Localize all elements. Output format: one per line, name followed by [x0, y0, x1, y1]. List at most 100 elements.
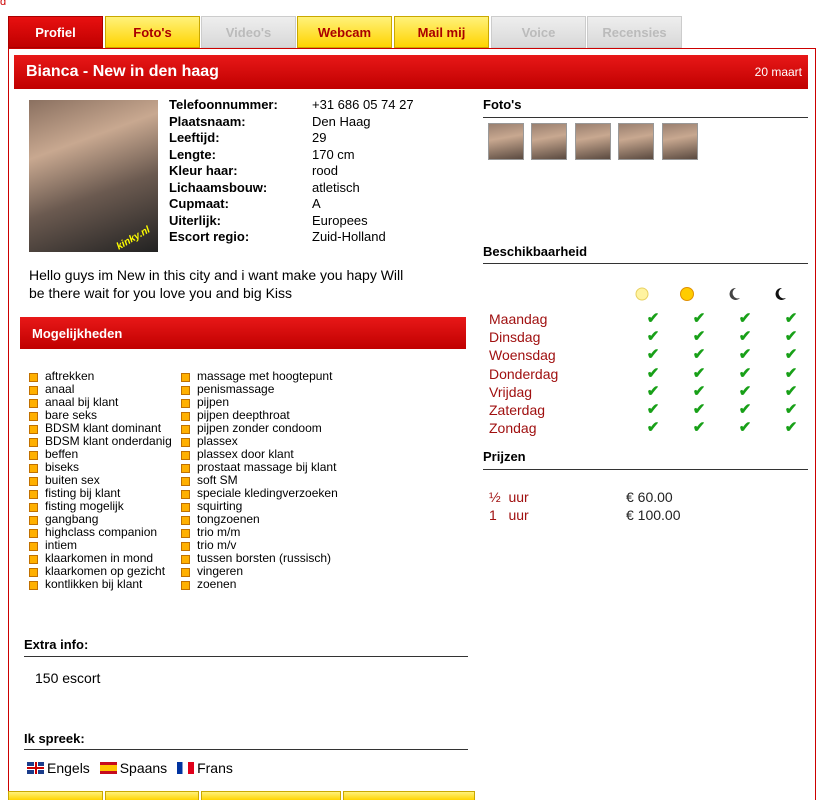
- bullet-icon: [181, 503, 190, 512]
- check-icon: ✔: [738, 419, 752, 437]
- bottom-tab[interactable]: [201, 791, 341, 800]
- service-label: vingeren: [197, 564, 244, 578]
- tab-webcam[interactable]: Webcam: [297, 16, 392, 48]
- bullet-icon: [29, 568, 38, 577]
- price-duration: ½ uur: [489, 489, 529, 505]
- service-label: trio m/m: [197, 525, 241, 539]
- service-item: kontlikken bij klant: [29, 578, 172, 591]
- tab-mail-mij[interactable]: Mail mij: [394, 16, 489, 48]
- bullet-icon: [181, 568, 190, 577]
- bullet-icon: [29, 399, 38, 408]
- service-label: klaarkomen op gezicht: [45, 564, 166, 578]
- photo-thumbnail[interactable]: [618, 123, 654, 160]
- language-label: Spaans: [119, 760, 168, 776]
- language-label: Engels: [47, 760, 90, 776]
- divider: [24, 656, 468, 657]
- bullet-icon: [181, 412, 190, 421]
- tab-profiel[interactable]: Profiel: [8, 16, 103, 48]
- service-label: bare seks: [45, 408, 98, 422]
- check-icon: ✔: [692, 346, 706, 364]
- check-icon: ✔: [784, 328, 798, 346]
- bottom-tab[interactable]: [105, 791, 199, 800]
- profile-row: Uiterlijk: Europees: [169, 213, 469, 230]
- photo-thumbnail[interactable]: [662, 123, 698, 160]
- profile-field-label: Cupmaat:: [169, 196, 229, 211]
- service-label: trio m/v: [197, 538, 237, 552]
- service-label: pijpen: [197, 395, 230, 409]
- bullet-icon: [181, 386, 190, 395]
- profile-field-value: +31 686 05 74 27: [312, 97, 414, 112]
- uk-flag-icon: [27, 762, 44, 774]
- bottom-tab[interactable]: [8, 791, 103, 800]
- profile-field-value: Den Haag: [312, 113, 371, 129]
- service-label: soft SM: [197, 473, 238, 487]
- availability-column-night: ✔ ✔ ✔ ✔ ✔ ✔ ✔: [781, 310, 801, 437]
- mogelijkheden-header: Mogelijkheden: [20, 317, 466, 349]
- photo-thumbnail[interactable]: [575, 123, 611, 160]
- check-icon: ✔: [692, 328, 706, 346]
- bullet-icon: [181, 373, 190, 382]
- profile-field-value: A: [312, 196, 321, 211]
- price-amount: € 100.00: [626, 507, 681, 523]
- profile-row: Telefoonnummer: +31 686 05 74 27: [169, 97, 469, 114]
- check-icon: ✔: [646, 364, 660, 382]
- service-label: zoenen: [197, 577, 237, 591]
- night-moon-icon: [775, 287, 786, 300]
- bullet-icon: [29, 464, 38, 473]
- profile-row: Cupmaat: A: [169, 196, 469, 213]
- bottom-tab[interactable]: [343, 791, 475, 800]
- profile-row: Escort regio: Zuid-Holland: [169, 229, 469, 246]
- check-icon: ✔: [646, 310, 660, 327]
- extra-info-value: 150 escort: [35, 670, 101, 686]
- profile-photo[interactable]: kinky.nl: [29, 100, 158, 252]
- weekday-label: Maandag: [489, 311, 548, 327]
- profile-row: Lengte: 170 cm: [169, 147, 469, 164]
- afternoon-sun-icon: [680, 287, 694, 301]
- bullet-icon: [181, 464, 190, 473]
- bullet-icon: [181, 399, 190, 408]
- language-french: Frans: [177, 760, 233, 776]
- service-label: pijpen zonder condoom: [197, 421, 322, 435]
- check-icon: ✔: [784, 346, 798, 364]
- divider: [483, 263, 808, 264]
- evening-moon-icon: [729, 287, 740, 300]
- service-label: penismassage: [197, 382, 275, 396]
- photo-thumbnail[interactable]: [488, 123, 524, 160]
- profile-header: Bianca - New in den haag 20 maart: [14, 55, 808, 89]
- bullet-icon: [29, 503, 38, 512]
- check-icon: ✔: [784, 419, 798, 437]
- bullet-icon: [29, 581, 38, 590]
- profile-field-label: Lengte:: [169, 146, 216, 162]
- profile-field-value: 170 cm: [312, 146, 355, 162]
- language-spanish: Spaans: [99, 760, 168, 776]
- check-icon: ✔: [784, 364, 798, 382]
- price-amount: € 60.00: [626, 489, 673, 505]
- france-flag-icon: [177, 762, 195, 774]
- bullet-icon: [29, 477, 38, 486]
- service-label: buiten sex: [45, 473, 100, 487]
- morning-sun-icon: [635, 287, 649, 301]
- bullet-icon: [29, 516, 38, 525]
- availability-column-morning: ✔ ✔ ✔ ✔ ✔ ✔ ✔: [643, 310, 663, 437]
- service-item: zoenen: [181, 578, 338, 591]
- profile-field-value: Zuid-Holland: [312, 229, 386, 244]
- profile-field-label: Escort regio:: [169, 229, 250, 244]
- corner-text: d: [0, 0, 7, 8]
- photo-thumbnail[interactable]: [531, 123, 567, 160]
- bullet-icon: [181, 529, 190, 538]
- check-icon: ✔: [692, 401, 706, 419]
- service-label: BDSM klant dominant: [45, 421, 162, 435]
- profile-field-value: Europees: [312, 212, 368, 228]
- availability-column-evening: ✔ ✔ ✔ ✔ ✔ ✔ ✔: [735, 310, 755, 437]
- service-label: plassex door klant: [197, 447, 294, 461]
- bullet-icon: [29, 438, 38, 447]
- check-icon: ✔: [738, 310, 752, 327]
- price-duration: 1 uur: [489, 507, 529, 523]
- tab-fotos[interactable]: Foto's: [105, 16, 200, 48]
- service-label: plassex: [197, 434, 238, 448]
- tab-voice: Voice: [491, 16, 586, 48]
- weekday-label: Donderdag: [489, 365, 559, 382]
- bullet-icon: [181, 451, 190, 460]
- tab-recensies: Recensies: [587, 16, 682, 48]
- beschikbaarheid-label: Beschikbaarheid: [483, 244, 588, 259]
